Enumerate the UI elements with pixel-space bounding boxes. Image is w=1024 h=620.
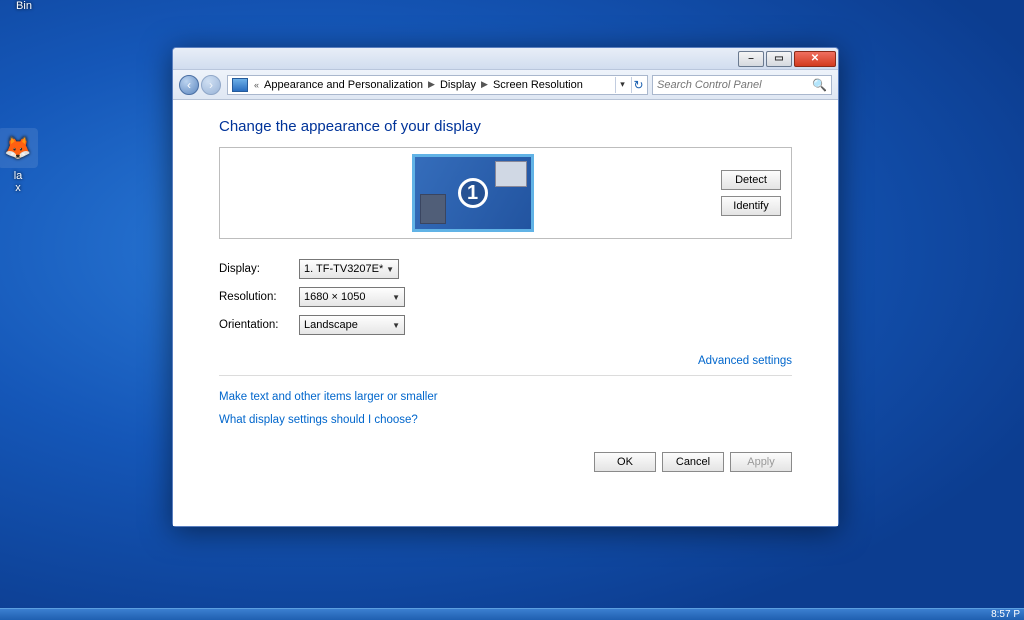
desktop-icon-recycle-bin[interactable]: Bin [0, 0, 48, 12]
breadcrumb-item-appearance[interactable]: Appearance and Personalization [261, 79, 426, 91]
nav-back-button[interactable]: ‹ [179, 75, 199, 95]
desktop-icon-firefox[interactable]: 🦊 la x [0, 128, 42, 194]
chevron-down-icon: ▼ [392, 293, 400, 302]
window-minimize-button[interactable]: – [738, 51, 764, 67]
window-titlebar[interactable]: – ▭ ✕ [173, 48, 838, 70]
firefox-label-1: la [0, 170, 42, 182]
window-maximize-button[interactable]: ▭ [766, 51, 792, 67]
row-orientation: Orientation: Landscape ▼ [219, 311, 792, 339]
display-select[interactable]: 1. TF-TV3207E* ▼ [299, 259, 399, 279]
advanced-settings-link[interactable]: Advanced settings [698, 355, 792, 367]
chevron-down-icon: ▼ [392, 321, 400, 330]
display-preview-area: 1 Detect Identify [219, 147, 792, 239]
breadcrumb-item-display[interactable]: Display [437, 79, 479, 91]
orientation-value: Landscape [304, 319, 358, 331]
page-title: Change the appearance of your display [219, 118, 792, 135]
orientation-select[interactable]: Landscape ▼ [299, 315, 405, 335]
firefox-icon: 🦊 [0, 128, 38, 168]
address-dropdown-button[interactable]: ▾ [615, 77, 629, 93]
chevron-right-icon: ▶ [426, 79, 437, 90]
resolution-value: 1680 × 1050 [304, 291, 365, 303]
cancel-button[interactable]: Cancel [662, 452, 724, 472]
link-help-settings[interactable]: What display settings should I choose? [219, 414, 418, 426]
search-icon[interactable]: 🔍 [812, 78, 827, 92]
ok-button[interactable]: OK [594, 452, 656, 472]
taskbar[interactable]: 8:57 P [0, 608, 1024, 620]
recycle-bin-label: Bin [0, 0, 48, 12]
address-bar: ‹ › « Appearance and Personalization ▶ D… [173, 70, 838, 100]
nav-forward-button[interactable]: › [201, 75, 221, 95]
monitor-thumbnail[interactable]: 1 [412, 154, 534, 232]
resolution-label: Resolution: [219, 291, 299, 303]
window-close-button[interactable]: ✕ [794, 51, 836, 67]
apply-button[interactable]: Apply [730, 452, 792, 472]
orientation-label: Orientation: [219, 319, 299, 331]
search-input[interactable] [657, 79, 812, 91]
firefox-label-2: x [0, 182, 42, 194]
monitor-number-badge: 1 [458, 178, 488, 208]
control-panel-window: – ▭ ✕ ‹ › « Appearance and Personalizati… [172, 47, 839, 527]
detect-button[interactable]: Detect [721, 170, 781, 190]
resolution-select[interactable]: 1680 × 1050 ▼ [299, 287, 405, 307]
link-text-size[interactable]: Make text and other items larger or smal… [219, 391, 438, 403]
chevron-down-icon: ▼ [386, 265, 394, 274]
page-content: Change the appearance of your display 1 … [173, 100, 838, 526]
breadcrumb-prefix: « [252, 80, 261, 90]
refresh-button[interactable]: ↻ [631, 77, 645, 93]
search-box[interactable]: 🔍 [652, 75, 832, 95]
identify-button[interactable]: Identify [721, 196, 781, 216]
control-panel-icon [232, 78, 248, 92]
row-resolution: Resolution: 1680 × 1050 ▼ [219, 283, 792, 311]
row-display: Display: 1. TF-TV3207E* ▼ [219, 255, 792, 283]
breadcrumb[interactable]: « Appearance and Personalization ▶ Displ… [227, 75, 648, 95]
taskbar-clock: 8:57 P [991, 609, 1020, 620]
divider [219, 375, 792, 376]
breadcrumb-item-screenresolution[interactable]: Screen Resolution [490, 79, 586, 91]
dialog-buttons: OK Cancel Apply [219, 452, 792, 472]
display-label: Display: [219, 263, 299, 275]
chevron-right-icon: ▶ [479, 79, 490, 90]
display-value: 1. TF-TV3207E* [304, 263, 383, 275]
